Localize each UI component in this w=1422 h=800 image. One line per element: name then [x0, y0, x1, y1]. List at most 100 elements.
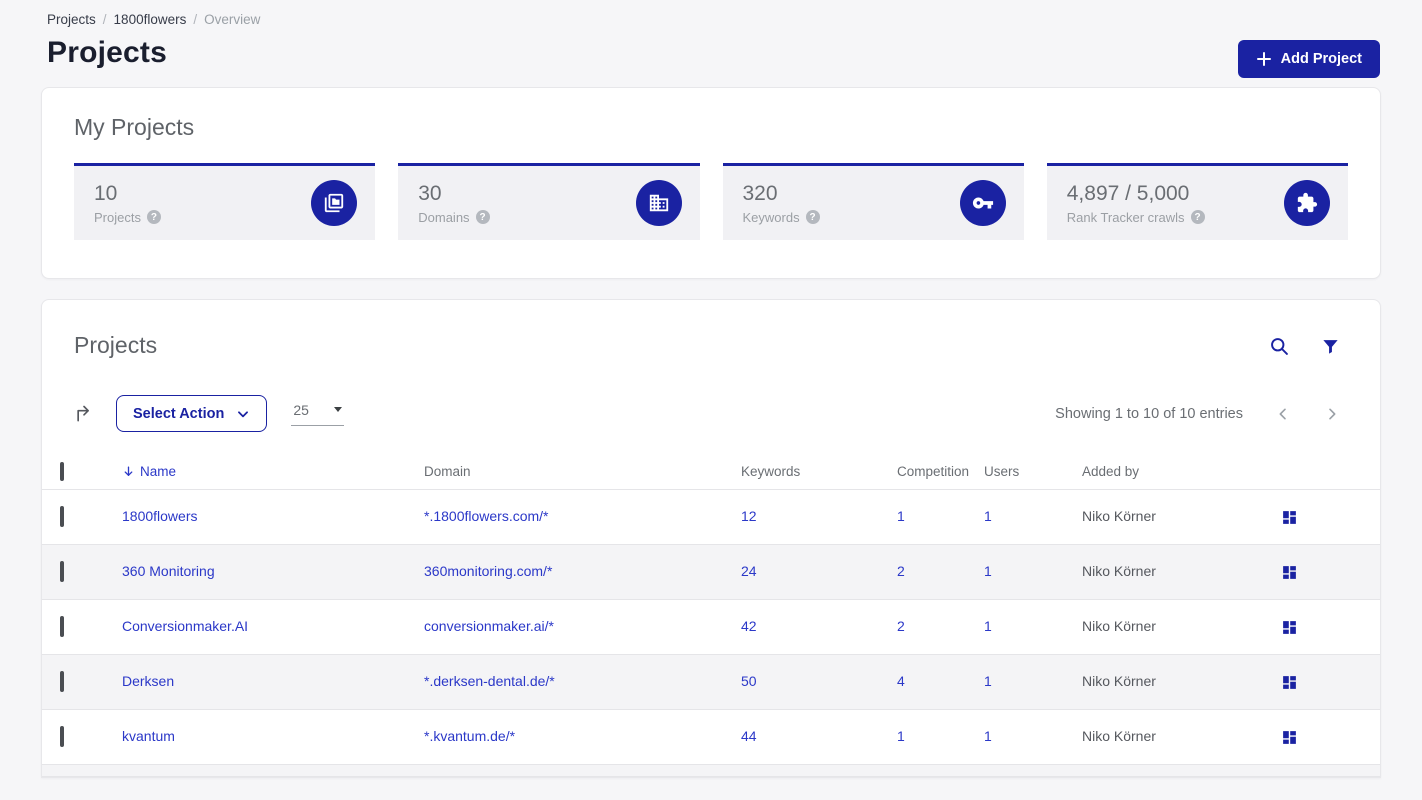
my-projects-title: My Projects	[74, 114, 195, 140]
stat-card-rank-tracker[interactable]: 4,897 / 5,000 Rank Tracker crawls ?	[1046, 163, 1348, 240]
filter-icon[interactable]	[1321, 337, 1340, 356]
domains-count: 30	[418, 181, 442, 205]
users-count-link[interactable]: 1	[984, 563, 992, 579]
search-icon[interactable]	[1269, 336, 1290, 357]
project-name-link[interactable]: 1800flowers	[122, 508, 198, 524]
competition-count-link[interactable]: 2	[897, 563, 905, 579]
users-count-link[interactable]: 1	[984, 618, 992, 634]
key-icon	[959, 180, 1006, 226]
project-name-link[interactable]: 360 Monitoring	[122, 563, 215, 579]
column-header-added-by[interactable]: Added by	[1082, 464, 1281, 479]
select-action-dropdown[interactable]: Select Action	[116, 395, 268, 432]
plus-icon	[1256, 51, 1272, 67]
page-header: Projects / 1800flowers / Overview Projec…	[0, 0, 1422, 78]
showing-entries-text: Showing 1 to 10 of 10 entries	[1055, 405, 1243, 422]
export-arrow-icon[interactable]	[74, 404, 94, 424]
add-project-button[interactable]: Add Project	[1237, 40, 1380, 78]
puzzle-icon	[1284, 180, 1330, 226]
table-body: 1800flowers *.1800flowers.com/* 12 1 1 N…	[42, 490, 1380, 777]
added-by-text: Niko Körner	[1082, 673, 1156, 689]
projects-count-label: Projects	[94, 209, 141, 225]
chevron-down-icon	[236, 407, 250, 421]
my-projects-panel: My Projects 10 Projects ? 30 Domains ? 3…	[41, 87, 1381, 279]
dashboard-icon[interactable]	[1281, 509, 1380, 526]
column-header-competition[interactable]: Competition	[897, 464, 984, 479]
competition-count-link[interactable]: 1	[897, 728, 905, 744]
page-size-value: 25	[293, 401, 309, 418]
competition-count-link[interactable]: 1	[897, 508, 905, 524]
next-page-icon[interactable]	[1324, 406, 1340, 422]
caret-down-icon	[334, 407, 343, 412]
breadcrumb-separator: /	[102, 12, 107, 27]
users-count-link[interactable]: 1	[984, 673, 992, 689]
sort-desc-icon	[122, 465, 135, 478]
users-count-link[interactable]: 1	[984, 728, 992, 744]
keywords-count-label: Keywords	[742, 209, 800, 225]
building-icon	[635, 180, 682, 226]
table-toolbar: Select Action 25 Showing 1 to 10 of 10 e…	[42, 395, 1380, 432]
stat-row: 10 Projects ? 30 Domains ? 320 Keywords …	[74, 163, 1348, 240]
row-checkbox[interactable]	[60, 616, 64, 637]
added-by-text: Niko Körner	[1082, 728, 1156, 744]
table-row: kvantum *.kvantum.de/* 44 1 1 Niko Körne…	[42, 710, 1380, 765]
row-checkbox[interactable]	[60, 671, 64, 692]
stat-card-projects[interactable]: 10 Projects ?	[74, 163, 376, 240]
dashboard-icon[interactable]	[1281, 564, 1380, 581]
help-icon[interactable]: ?	[1190, 210, 1205, 224]
add-project-label: Add Project	[1280, 51, 1362, 67]
project-name-link[interactable]: Derksen	[122, 673, 174, 689]
prev-page-icon[interactable]	[1275, 406, 1291, 422]
help-icon[interactable]: ?	[475, 210, 490, 224]
keywords-count: 320	[742, 181, 778, 205]
projects-panel-title: Projects	[74, 332, 158, 358]
competition-count-link[interactable]: 2	[897, 618, 905, 634]
rank-tracker-label: Rank Tracker crawls	[1066, 209, 1185, 225]
row-checkbox[interactable]	[60, 506, 64, 527]
column-header-users[interactable]: Users	[984, 464, 1082, 479]
select-all-checkbox[interactable]	[60, 462, 64, 481]
breadcrumb-projects[interactable]: Projects	[47, 12, 96, 27]
keywords-count-link[interactable]: 44	[741, 728, 757, 744]
competition-count-link[interactable]: 4	[897, 673, 905, 689]
table-row-partial	[42, 765, 1380, 777]
row-checkbox[interactable]	[60, 561, 64, 582]
breadcrumb-1800flowers[interactable]: 1800flowers	[114, 12, 187, 27]
projects-table: Name Domain Keywords Competition Users A…	[42, 454, 1380, 777]
project-name-link[interactable]: Conversionmaker.AI	[122, 618, 248, 634]
table-row: 1800flowers *.1800flowers.com/* 12 1 1 N…	[42, 490, 1380, 545]
keywords-count-link[interactable]: 24	[741, 563, 757, 579]
project-domain-link[interactable]: *.1800flowers.com/*	[424, 508, 549, 524]
keywords-count-link[interactable]: 50	[741, 673, 757, 689]
projects-panel: Projects Select Action 25 Showing 1 to 1…	[41, 299, 1381, 778]
keywords-count-link[interactable]: 42	[741, 618, 757, 634]
help-icon[interactable]: ?	[146, 210, 161, 224]
dashboard-icon[interactable]	[1281, 729, 1380, 746]
panel-tools	[1269, 336, 1340, 357]
added-by-text: Niko Körner	[1082, 563, 1156, 579]
keywords-count-link[interactable]: 12	[741, 508, 757, 524]
help-icon[interactable]: ?	[805, 210, 820, 224]
projects-copy-icon	[311, 180, 358, 226]
project-name-link[interactable]: kvantum	[122, 728, 175, 744]
added-by-text: Niko Körner	[1082, 508, 1156, 524]
added-by-text: Niko Körner	[1082, 618, 1156, 634]
project-domain-link[interactable]: conversionmaker.ai/*	[424, 618, 554, 634]
table-row: Conversionmaker.AI conversionmaker.ai/* …	[42, 600, 1380, 655]
row-checkbox[interactable]	[60, 726, 64, 747]
column-header-name[interactable]: Name	[122, 464, 424, 479]
projects-count: 10	[94, 181, 118, 205]
dashboard-icon[interactable]	[1281, 619, 1380, 636]
column-header-domain[interactable]: Domain	[424, 464, 741, 479]
rank-tracker-count: 4,897 / 5,000	[1066, 181, 1190, 205]
breadcrumb-separator: /	[193, 12, 198, 27]
stat-card-keywords[interactable]: 320 Keywords ?	[722, 163, 1024, 240]
column-header-keywords[interactable]: Keywords	[741, 464, 897, 479]
project-domain-link[interactable]: 360monitoring.com/*	[424, 563, 552, 579]
stat-card-domains[interactable]: 30 Domains ?	[398, 163, 700, 240]
users-count-link[interactable]: 1	[984, 508, 992, 524]
dashboard-icon[interactable]	[1281, 674, 1380, 691]
project-domain-link[interactable]: *.derksen-dental.de/*	[424, 673, 555, 689]
project-domain-link[interactable]: *.kvantum.de/*	[424, 728, 515, 744]
pagination	[1275, 406, 1340, 422]
page-size-select[interactable]: 25	[291, 401, 345, 426]
